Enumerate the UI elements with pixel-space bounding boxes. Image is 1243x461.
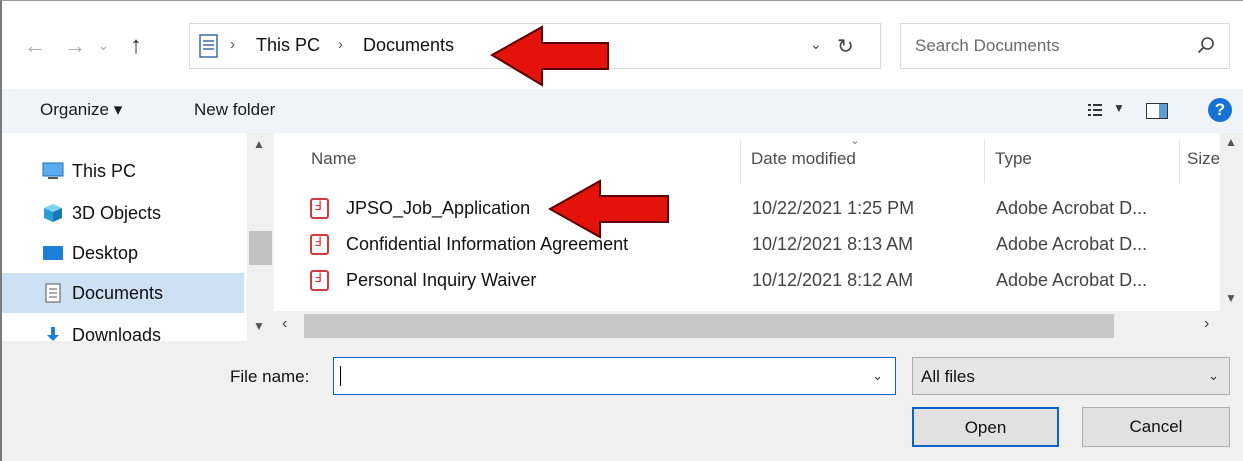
file-date: 10/12/2021 8:13 AM xyxy=(752,234,914,254)
computer-icon xyxy=(42,162,64,179)
file-name: Personal Inquiry Waiver xyxy=(346,270,537,290)
preview-pane-icon[interactable] xyxy=(1146,103,1168,119)
file-row[interactable]: JPSO_Job_Application 10/22/2021 1:25 PM … xyxy=(296,193,1216,225)
scrollbar-thumb[interactable] xyxy=(249,231,272,265)
file-row[interactable]: Personal Inquiry Waiver 10/12/2021 8:12 … xyxy=(296,265,1216,297)
file-name-dropdown-chevron-icon[interactable]: ⌄ xyxy=(872,368,883,384)
dialog-footer: File name: ⌄ All files ⌄ Open Cancel xyxy=(2,341,1243,461)
search-box[interactable]: Search Documents xyxy=(900,23,1230,69)
nav-item-label: Documents xyxy=(72,283,164,303)
file-type: Adobe Acrobat D... xyxy=(996,198,1148,218)
refresh-button[interactable]: ↻ xyxy=(817,23,881,69)
scroll-up-chevron-icon[interactable]: ▲ xyxy=(1225,135,1237,149)
documents-folder-icon xyxy=(199,34,218,58)
filter-dropdown-chevron-icon: ⌄ xyxy=(1208,368,1219,383)
nav-item-label: This PC xyxy=(72,161,137,181)
cube-3d-icon xyxy=(44,204,62,222)
search-icon xyxy=(1197,37,1214,54)
recent-locations-chevron-icon[interactable]: ⌄ xyxy=(98,31,109,61)
file-date: 10/12/2021 8:12 AM xyxy=(752,270,914,290)
column-divider[interactable] xyxy=(984,139,985,183)
file-date: 10/22/2021 1:25 PM xyxy=(752,198,915,218)
file-open-dialog: ← → ⌄ ↑ › This PC › Documents ⌄ ↻ Search… xyxy=(0,0,1243,461)
nav-item-this-pc[interactable]: This PC xyxy=(2,151,244,191)
file-type-filter-value: All files xyxy=(921,367,975,386)
breadcrumb-this-pc[interactable]: This PC xyxy=(256,35,320,56)
file-type: Adobe Acrobat D... xyxy=(996,270,1148,290)
column-header-type[interactable]: Type xyxy=(995,149,1032,169)
file-row[interactable]: Confidential Information Agreement 10/12… xyxy=(296,229,1216,261)
nav-item-desktop[interactable]: Desktop xyxy=(2,233,244,273)
pdf-file-icon xyxy=(310,270,329,291)
view-dropdown-chevron-icon[interactable]: ▼ xyxy=(1113,101,1125,115)
sort-indicator-icon: ⌄ xyxy=(850,133,861,147)
navigation-pane: This PC 3D Objects Desktop Documents Dow… xyxy=(2,133,274,341)
file-list-horizontal-scrollbar[interactable]: ‹ › xyxy=(274,311,1243,341)
file-type-filter-select[interactable]: All files ⌄ xyxy=(912,357,1230,395)
address-row: ← → ⌄ ↑ › This PC › Documents ⌄ ↻ Search… xyxy=(2,1,1243,89)
file-name: JPSO_Job_Application xyxy=(346,198,531,218)
scroll-up-chevron-icon[interactable]: ▲ xyxy=(253,137,265,151)
red-arrow-annotation-icon xyxy=(490,25,609,87)
help-icon[interactable]: ? xyxy=(1208,98,1232,122)
organize-button[interactable]: Organize ▾ xyxy=(40,100,122,120)
nav-item-label: 3D Objects xyxy=(72,203,162,223)
scrollbar-thumb[interactable] xyxy=(304,314,1114,338)
back-arrow-icon[interactable]: ← xyxy=(24,31,46,61)
scroll-left-chevron-icon[interactable]: ‹ xyxy=(282,315,287,333)
command-bar: Organize ▾ New folder ▼ ? xyxy=(2,89,1243,133)
red-arrow-annotation-icon xyxy=(548,179,669,239)
desktop-icon xyxy=(43,246,63,260)
documents-icon xyxy=(45,283,61,303)
file-name-label: File name: xyxy=(230,367,310,386)
scroll-right-chevron-icon[interactable]: › xyxy=(1204,315,1209,333)
refresh-icon: ↻ xyxy=(837,36,854,58)
file-list-vertical-scrollbar[interactable]: ▲ ▼ xyxy=(1220,133,1243,311)
download-icon xyxy=(47,327,59,341)
nav-pane-scrollbar[interactable]: ▲ ▼ xyxy=(247,133,274,341)
column-header-size[interactable]: Size xyxy=(1187,149,1220,169)
pdf-file-icon xyxy=(310,234,329,255)
search-placeholder: Search Documents xyxy=(915,36,1060,55)
nav-item-documents[interactable]: Documents xyxy=(2,273,244,313)
pdf-file-icon xyxy=(310,198,329,219)
text-cursor xyxy=(340,366,341,386)
scroll-down-chevron-icon[interactable]: ▼ xyxy=(253,319,265,333)
column-header-name[interactable]: Name xyxy=(311,149,356,169)
column-divider[interactable] xyxy=(740,139,741,183)
column-header-date-modified[interactable]: Date modified xyxy=(751,149,856,169)
scroll-down-chevron-icon[interactable]: ▼ xyxy=(1225,291,1237,305)
forward-arrow-icon[interactable]: → xyxy=(64,31,86,61)
breadcrumb-separator-icon: › xyxy=(230,36,235,53)
view-options-icon[interactable] xyxy=(1087,102,1103,118)
new-folder-button[interactable]: New folder xyxy=(194,100,275,120)
nav-item-downloads[interactable]: Downloads xyxy=(2,315,244,341)
open-button[interactable]: Open xyxy=(912,407,1059,447)
column-divider[interactable] xyxy=(1179,139,1180,183)
nav-item-3d-objects[interactable]: 3D Objects xyxy=(2,193,244,233)
file-type: Adobe Acrobat D... xyxy=(996,234,1148,254)
file-name-input[interactable]: ⌄ xyxy=(333,357,896,395)
up-arrow-icon[interactable]: ↑ xyxy=(130,31,142,61)
breadcrumb-separator-icon: › xyxy=(338,36,343,53)
nav-item-label: Desktop xyxy=(72,243,139,263)
nav-item-label: Downloads xyxy=(72,325,162,341)
breadcrumb-documents[interactable]: Documents xyxy=(363,35,454,56)
file-list: ⌄ Name Date modified Type Size JPSO_Job_… xyxy=(274,133,1243,341)
cancel-button[interactable]: Cancel xyxy=(1082,407,1230,447)
